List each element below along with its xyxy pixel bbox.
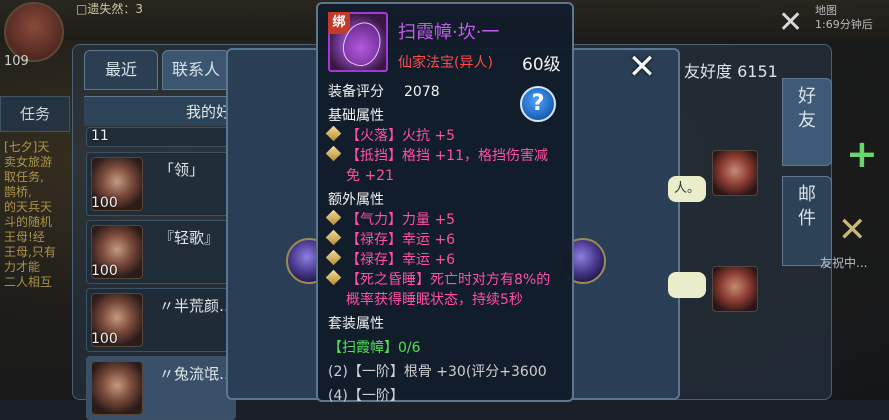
- attribute-line-continued: 免 +21: [346, 168, 394, 184]
- map-label: 地图: [815, 4, 837, 17]
- side-tab-label: 邮件: [798, 184, 816, 229]
- item-type: 仙家法宝(异人): [398, 55, 493, 71]
- friend-row[interactable]: 100 『轻歌』: [86, 220, 236, 284]
- question-mark-icon[interactable]: ?: [520, 86, 556, 122]
- attribute-text: 【火落】火抗 +5: [346, 128, 456, 144]
- quest-line: 取任务,: [4, 170, 44, 184]
- quest-tab[interactable]: 任务: [0, 96, 70, 132]
- quest-line: 卖女旅游: [4, 155, 53, 169]
- quest-line: 鹊桥,: [4, 185, 32, 199]
- map-timer: 1:69分钟后: [815, 18, 873, 31]
- friend-row[interactable]: 11: [86, 127, 236, 147]
- chat-avatar: [712, 266, 758, 312]
- quest-log: [七夕]天 卖女旅游 取任务, 鹊桥, 的天兵天 斗的随机 王母!经 王母,只有…: [4, 140, 80, 290]
- side-tab-mail[interactable]: 邮件: [782, 176, 832, 266]
- cross-icon: ✕: [838, 210, 867, 250]
- diamond-icon: [325, 249, 342, 266]
- chat-bubble: [668, 272, 706, 298]
- set-attributes-title: 套装属性: [328, 316, 384, 332]
- close-icon[interactable]: ✕: [624, 50, 660, 86]
- goodwill-value: 友好度 6151: [684, 62, 778, 81]
- diamond-icon: [325, 269, 342, 286]
- friend-name: 『轻歌』: [159, 229, 220, 247]
- attribute-line: 【火落】火抗 +5: [325, 125, 456, 146]
- attribute-text: 【抵挡】格挡 +11，格挡伤害减: [346, 148, 548, 164]
- status-text: 友祝中...: [820, 256, 868, 270]
- friend-row[interactable]: 〃兔流氓…: [86, 356, 236, 420]
- friend-name: 〃兔流氓…: [159, 365, 235, 383]
- attribute-text: 【禄存】幸运 +6: [346, 252, 456, 268]
- attribute-line-continued: 概率获得睡眠状态，持续5秒: [346, 292, 523, 308]
- set-name: 【扫霞幛】0/6: [328, 340, 421, 356]
- diamond-icon: [325, 145, 342, 162]
- quest-line: [七夕]天: [4, 140, 50, 154]
- friend-list-header: 我的好: [84, 96, 244, 126]
- extra-attributes-title: 额外属性: [328, 192, 384, 208]
- bind-badge: 绑: [328, 12, 350, 34]
- add-friend-icon[interactable]: +: [846, 132, 878, 176]
- attribute-line: 【禄存】幸运 +6: [325, 229, 456, 250]
- quest-line: 王母,只有: [4, 245, 56, 259]
- quest-line: 二人相互: [4, 275, 53, 289]
- item-level: 60级: [522, 55, 561, 75]
- set-bonus: (4)【一阶】: [328, 388, 404, 404]
- player-level: 109: [4, 54, 29, 69]
- attribute-line: 【死之昏睡】死亡时对方有8%的: [325, 269, 551, 290]
- score-label: 装备评分: [328, 84, 384, 100]
- set-bonus: (2)【一阶】根骨 +30(评分+3600: [328, 364, 547, 380]
- tab-contacts[interactable]: 联系人: [162, 50, 230, 90]
- quest-line: 王母!经: [4, 230, 45, 244]
- quest-line: 斗的随机: [4, 215, 53, 229]
- item-name: 扫霞幛·坎·一: [398, 22, 500, 43]
- quest-line: 力才能: [4, 260, 41, 274]
- attribute-text: 【死之昏睡】死亡时对方有8%的: [346, 272, 551, 288]
- friend-name: 〃半荒颜…: [159, 297, 235, 315]
- close-icon[interactable]: ✕: [778, 8, 803, 38]
- diamond-icon: [325, 125, 342, 142]
- chat-avatar: [712, 150, 758, 196]
- friend-avatar: [91, 361, 143, 415]
- attribute-text: 【气力】力量 +5: [346, 212, 456, 228]
- friend-level: 100: [91, 195, 118, 211]
- chat-bubble: 人。: [668, 176, 706, 202]
- attribute-text: 【禄存】幸运 +6: [346, 232, 456, 248]
- friend-level: 100: [91, 331, 118, 347]
- side-tab-friends[interactable]: 好友: [782, 78, 832, 166]
- attribute-line: 【禄存】幸运 +6: [325, 249, 456, 270]
- map-info: 地图 1:69分钟后: [815, 4, 889, 32]
- friend-name: 「领」: [159, 161, 205, 179]
- friend-row[interactable]: 100 「领」: [86, 152, 236, 216]
- quest-line: 的天兵天: [4, 200, 53, 214]
- diamond-icon: [325, 229, 342, 246]
- score-value: 2078: [404, 84, 440, 100]
- attribute-line: 【气力】力量 +5: [325, 209, 456, 230]
- diamond-icon: [325, 209, 342, 226]
- attribute-line: 【抵挡】格挡 +11，格挡伤害减: [325, 145, 548, 166]
- friend-level: 100: [91, 263, 118, 279]
- top-name-text: □遗失然：3: [76, 2, 143, 16]
- player-avatar[interactable]: [4, 2, 64, 62]
- tab-recent[interactable]: 最近: [84, 50, 158, 90]
- friend-level: 11: [91, 128, 109, 144]
- basic-attributes-title: 基础属性: [328, 108, 384, 124]
- side-tab-label: 好友: [798, 86, 816, 131]
- friend-row[interactable]: 100 〃半荒颜…: [86, 288, 236, 352]
